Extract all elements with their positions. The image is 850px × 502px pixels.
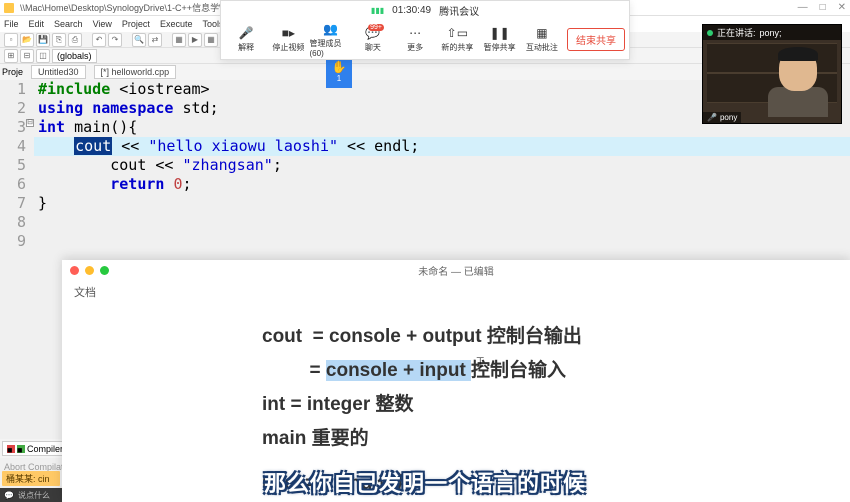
members-icon: 👥 (323, 21, 339, 37)
chat-button[interactable]: 💬99+聊天 (352, 25, 394, 53)
tool-c[interactable]: ◫ (36, 49, 50, 63)
folder-icon (4, 3, 14, 13)
code-line-4: cout << "hello xiaowu laoshi" << endl; (34, 137, 850, 156)
tencent-meeting-toolbar: ▮▮▮ 01:30:49 腾讯会议 🎤解释 ■▸停止视频 👥管理成员(60) 💬… (220, 0, 630, 60)
end-share-button[interactable]: 结束共享 (567, 28, 625, 51)
mac-titlebar[interactable]: 未命名 — 已编辑 (62, 260, 850, 280)
chat-bubble-icon: 💬 (4, 491, 14, 500)
mac-window-title: 未命名 — 已编辑 (418, 263, 494, 278)
tab-helloworld[interactable]: [*] helloworld.cpp (94, 65, 177, 79)
tool-redo[interactable]: ↷ (108, 33, 122, 47)
more-button[interactable]: ⋯更多 (394, 25, 436, 53)
tool-run[interactable]: ▶ (188, 33, 202, 47)
menu-project[interactable]: Project (122, 19, 150, 29)
pause-share-button[interactable]: ❚❚暂停共享 (479, 25, 521, 53)
video-header: 正在讲话:pony; (703, 25, 841, 40)
code-line-7: } (34, 194, 850, 213)
tool-save[interactable]: 💾 (36, 33, 50, 47)
interact-button[interactable]: ▦互动批注 (521, 25, 563, 53)
hand-count: 1 (326, 74, 352, 83)
tool-print[interactable]: ⎙ (68, 33, 82, 47)
compiler-tab[interactable]: ■■Compiler (2, 441, 68, 456)
share-icon: ⇧▭ (449, 25, 465, 41)
new-share-button[interactable]: ⇧▭新的共享 (436, 25, 478, 53)
camera-icon: ■▸ (280, 25, 296, 41)
tool-saveall[interactable]: ⎘ (52, 33, 66, 47)
video-footer: 🎤pony (703, 112, 741, 123)
tool-find[interactable]: 🔍 (132, 33, 146, 47)
pause-icon: ❚❚ (492, 25, 508, 41)
menu-file[interactable]: File (4, 19, 19, 29)
globals-dropdown[interactable]: (globals) (52, 49, 97, 63)
video-subtitle: 那么你自己发明一个语言的时候 (264, 466, 586, 498)
tool-undo[interactable]: ↶ (92, 33, 106, 47)
tool-b[interactable]: ⊟ (20, 49, 34, 63)
tool-open[interactable]: 📂 (20, 33, 34, 47)
video-feed[interactable]: 正在讲话:pony; 🎤pony (702, 24, 842, 124)
line-gutter: 123 456 789 (0, 80, 34, 251)
tool-a[interactable]: ⊞ (4, 49, 18, 63)
minimize-button[interactable]: — (798, 2, 808, 13)
menu-execute[interactable]: Execute (160, 19, 193, 29)
menu-view[interactable]: View (93, 19, 112, 29)
note-line-cin: = console + input 控制台输入 (262, 355, 850, 382)
members-button[interactable]: 👥管理成员(60) (310, 21, 352, 58)
mac-max-icon[interactable] (100, 266, 109, 275)
mac-close-icon[interactable] (70, 266, 79, 275)
tab-untitled[interactable]: Untitled30 (31, 65, 86, 79)
projects-label[interactable]: Proje (2, 67, 23, 77)
menu-edit[interactable]: Edit (29, 19, 45, 29)
code-line-5: cout << "zhangsan"; (34, 156, 850, 175)
tool-replace[interactable]: ⇄ (148, 33, 162, 47)
video-button[interactable]: ■▸停止视频 (267, 25, 309, 53)
chat-message-tag[interactable]: 桶某某: cin (2, 471, 60, 486)
note-line-main: main 重要的 (262, 423, 850, 450)
mic-icon: 🎤 (238, 25, 254, 41)
meeting-title: 腾讯会议 (439, 3, 479, 18)
speaker-figure (765, 45, 831, 117)
vid-mic-icon: 🎤 (707, 113, 717, 122)
menu-search[interactable]: Search (54, 19, 83, 29)
tool-compile-run[interactable]: ▦ (204, 33, 218, 47)
code-line-6: return 0; (34, 175, 850, 194)
mic-button[interactable]: 🎤解释 (225, 25, 267, 53)
tool-new[interactable]: ▫ (4, 33, 18, 47)
hand-icon: ✋ (326, 60, 352, 74)
close-button[interactable]: ✕ (838, 2, 846, 13)
text-cursor-icon: ⌶ (476, 354, 484, 371)
note-line-int: int = integer 整数 (262, 389, 850, 416)
raise-hand-indicator[interactable]: ✋ 1 (326, 58, 352, 88)
chat-badge: 99+ (368, 24, 384, 31)
fold-main-icon[interactable]: ⊟ (26, 119, 34, 127)
signal-icon: ▮▮▮ (371, 6, 384, 15)
meeting-timer: 01:30:49 (392, 5, 431, 16)
interact-icon: ▦ (534, 25, 550, 41)
note-line-cout: cout = console + output 控制台输出 (262, 321, 850, 348)
mac-doc-tab[interactable]: 文档 (62, 280, 850, 304)
speaking-dot-icon (707, 30, 713, 36)
maximize-button[interactable]: □ (820, 2, 826, 13)
chat-input-bar[interactable]: 💬说点什么 (0, 488, 62, 502)
mac-min-icon[interactable] (85, 266, 94, 275)
tool-compile[interactable]: ▦ (172, 33, 186, 47)
more-icon: ⋯ (407, 25, 423, 41)
window-controls: — □ ✕ (798, 2, 846, 13)
